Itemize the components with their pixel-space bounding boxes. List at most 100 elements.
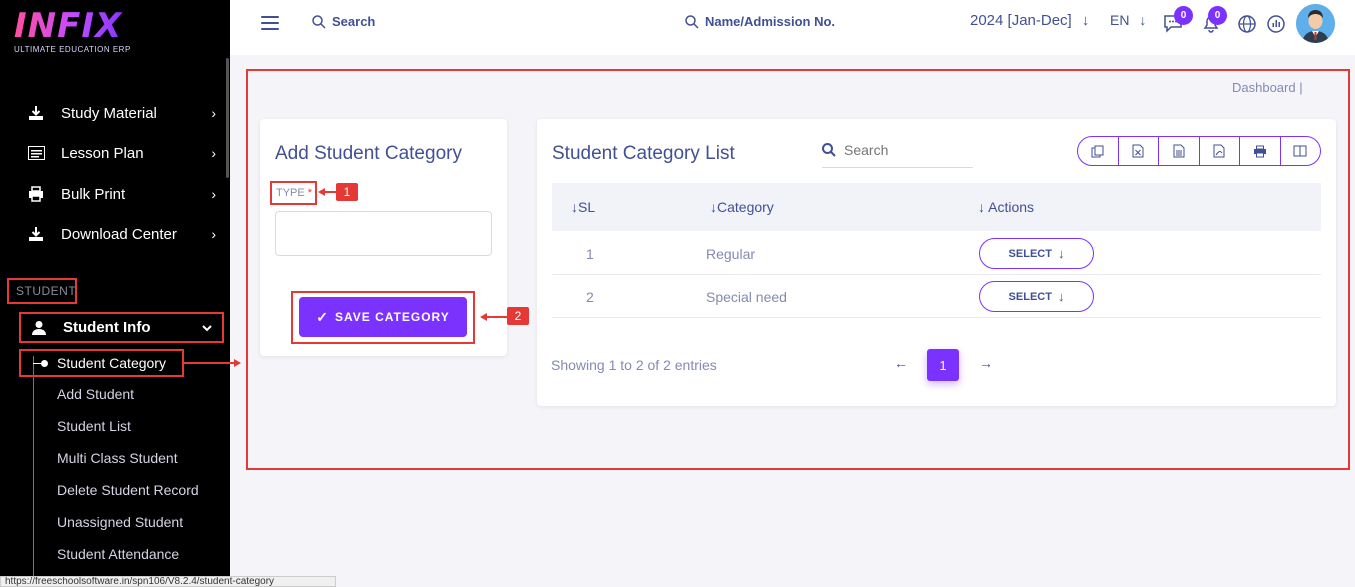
academic-year-select[interactable]: 2024 [Jan-Dec] ↓ — [970, 12, 1089, 29]
active-dot-icon — [41, 360, 48, 367]
print-icon[interactable] — [1240, 137, 1281, 165]
analytics-icon[interactable] — [1265, 12, 1287, 34]
logo-text: INFIX — [14, 8, 134, 44]
table-row: 1 Regular SELECT ↓ — [552, 232, 1321, 275]
cell-sl: 2 — [586, 289, 594, 305]
annotation-arrow-head — [480, 313, 487, 321]
column-header-label: Actions — [988, 199, 1035, 215]
sidebar-subitem-student-category[interactable]: Student Category — [19, 349, 184, 377]
user-icon — [29, 318, 49, 338]
sidebar-subitem-student-attendance[interactable]: Student Attendance — [57, 546, 179, 562]
cell-category: Regular — [706, 246, 756, 262]
sidebar-item-bulk-print[interactable]: Bulk Print › — [26, 179, 216, 209]
category-list-title: Student Category List — [552, 143, 735, 164]
chat-badge: 0 — [1174, 6, 1193, 25]
pagination-next-icon[interactable]: → — [979, 355, 993, 371]
search-icon — [312, 14, 326, 29]
annotation-arrow-head — [234, 359, 241, 367]
chevron-right-icon: › — [211, 145, 216, 161]
table-header: ↓SL ↓Category ↓ Actions — [552, 183, 1321, 231]
required-mark: * — [307, 187, 313, 199]
annotation-marker-2: 2 — [507, 307, 529, 325]
submenu-tree-line — [33, 356, 34, 587]
annotation-arrow-line — [486, 316, 508, 318]
sidebar-subitem-multi-class-student[interactable]: Multi Class Student — [57, 450, 178, 466]
cell-sl: 1 — [586, 246, 594, 262]
breadcrumb[interactable]: Dashboard | — [1232, 80, 1303, 95]
copy-icon[interactable] — [1078, 137, 1119, 165]
status-url-bar: https://freeschoolsoftware.in/spn106/V8.… — [0, 576, 336, 587]
columns-icon[interactable] — [1281, 137, 1321, 165]
globe-icon[interactable] — [1236, 12, 1258, 34]
sidebar: INFIX ULTIMATE EDUCATION ERP Study Mater… — [0, 0, 230, 587]
save-category-label: SAVE CATEGORY — [334, 310, 450, 324]
top-header: Search Name/Admission No. 2024 [Jan-Dec]… — [230, 0, 1355, 55]
sidebar-item-label: Lesson Plan — [61, 144, 144, 162]
sidebar-subitem-label: Student Category — [57, 355, 166, 371]
select-action-button[interactable]: SELECT ↓ — [979, 238, 1094, 269]
sidebar-subitem-unassigned-student[interactable]: Unassigned Student — [57, 514, 183, 530]
sidebar-item-label: Student Info — [63, 319, 151, 336]
chevron-down-icon — [202, 321, 212, 335]
search-icon — [685, 14, 699, 29]
select-label: SELECT — [1008, 290, 1052, 303]
column-header-actions[interactable]: ↓ Actions — [978, 199, 1034, 215]
excel-icon[interactable] — [1119, 137, 1159, 165]
notification-badge: 0 — [1208, 6, 1227, 25]
breadcrumb-dashboard[interactable]: Dashboard | — [1232, 80, 1303, 95]
add-category-title: Add Student Category — [275, 143, 462, 164]
sidebar-item-download-center[interactable]: Download Center › — [26, 219, 216, 249]
arrow-down-icon: ↓ — [1081, 12, 1090, 29]
export-toolbar — [1077, 136, 1321, 166]
sidebar-item-study-material[interactable]: Study Material › — [26, 98, 216, 128]
download-icon — [26, 224, 46, 244]
sidebar-item-label: Bulk Print — [61, 185, 126, 203]
type-input[interactable] — [275, 211, 492, 256]
column-header-label: Category — [717, 199, 774, 215]
user-avatar[interactable] — [1296, 4, 1335, 43]
sidebar-subitem-add-student[interactable]: Add Student — [57, 386, 134, 402]
sidebar-subitem-student-list[interactable]: Student List — [57, 418, 131, 434]
column-header-category[interactable]: ↓Category — [710, 199, 774, 215]
header-search[interactable]: Search — [312, 14, 375, 29]
pagination-info: Showing 1 to 2 of 2 entries — [551, 357, 717, 373]
chevron-right-icon: › — [211, 105, 216, 121]
hamburger-menu-icon[interactable] — [261, 16, 279, 30]
pdf-icon[interactable] — [1200, 137, 1240, 165]
section-label-student: STUDENT — [7, 278, 77, 304]
sidebar-item-lesson-plan[interactable]: Lesson Plan › — [26, 138, 216, 168]
arrow-down-icon: ↓ — [1057, 289, 1065, 304]
search-icon — [822, 142, 836, 157]
sidebar-item-label: Study Material — [61, 104, 157, 122]
sort-arrow-icon: ↓ — [978, 199, 989, 215]
logo[interactable]: INFIX ULTIMATE EDUCATION ERP — [14, 8, 134, 60]
chevron-right-icon: › — [211, 186, 216, 202]
column-header-label: SL — [578, 199, 596, 215]
column-header-sl[interactable]: ↓SL — [571, 199, 595, 215]
save-category-button[interactable]: ✓ SAVE CATEGORY — [299, 297, 467, 337]
cell-category: Special need — [706, 289, 787, 305]
pagination-prev-icon[interactable]: ← — [894, 355, 908, 371]
download-icon — [26, 103, 46, 123]
csv-icon[interactable] — [1159, 137, 1200, 165]
sidebar-subitem-delete-student-record[interactable]: Delete Student Record — [57, 482, 199, 498]
sidebar-scrollbar[interactable] — [226, 58, 229, 178]
annotation-marker-1: 1 — [336, 183, 358, 201]
sidebar-item-label: Download Center — [61, 225, 177, 243]
admission-search[interactable]: Name/Admission No. — [685, 14, 835, 29]
header-search-label: Search — [332, 14, 376, 29]
pagination-page-1[interactable]: 1 — [927, 349, 959, 381]
academic-year-value: 2024 [Jan-Dec] — [970, 12, 1072, 29]
language-select[interactable]: EN ↓ — [1110, 12, 1146, 28]
list-icon — [26, 143, 46, 163]
logo-subtitle: ULTIMATE EDUCATION ERP — [14, 45, 131, 54]
select-action-button[interactable]: SELECT ↓ — [979, 281, 1094, 312]
list-search-input[interactable] — [844, 141, 964, 158]
list-search[interactable] — [822, 132, 973, 168]
type-field-label: TYPE * — [270, 181, 317, 205]
sidebar-item-student-info[interactable]: Student Info — [19, 312, 224, 343]
select-label: SELECT — [1008, 247, 1052, 260]
language-value: EN — [1110, 12, 1130, 28]
sort-arrow-icon: ↓ — [571, 199, 578, 215]
type-label-text: TYPE — [276, 187, 305, 199]
